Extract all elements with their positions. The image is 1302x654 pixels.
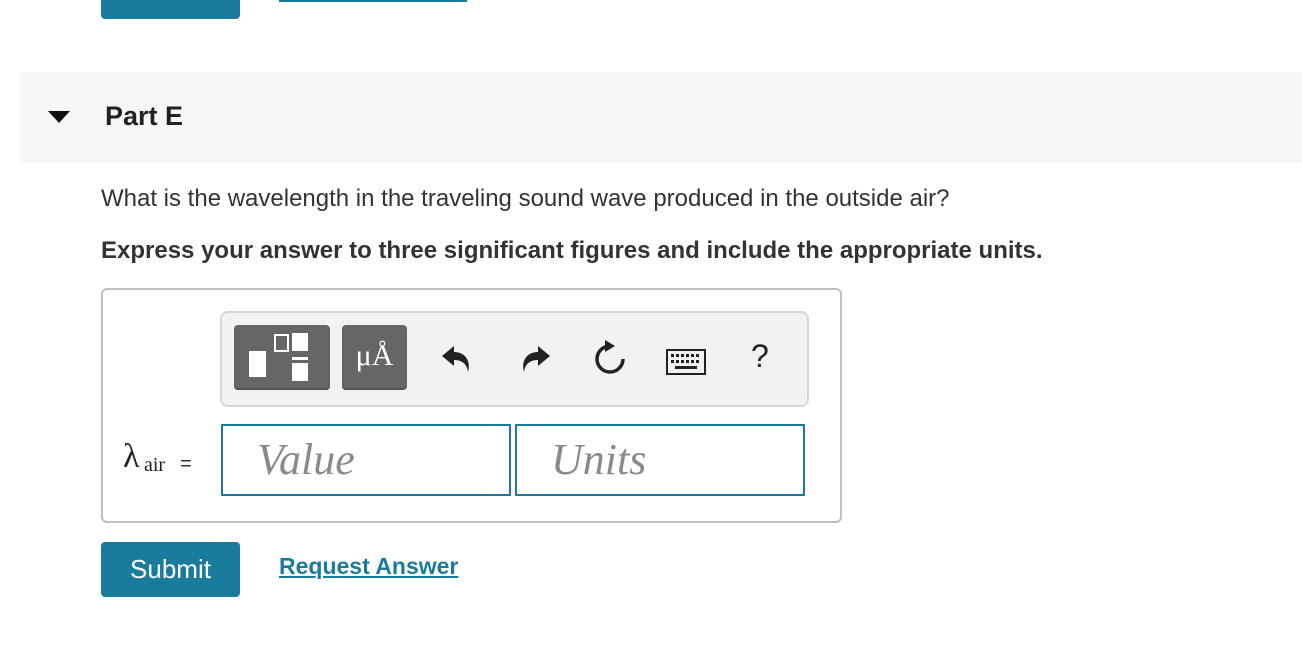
part-title: Part E	[105, 101, 184, 131]
reset-icon[interactable]	[591, 338, 629, 378]
units-input[interactable]	[515, 424, 805, 496]
units-button-label: μÅ	[355, 339, 394, 372]
previous-request-answer-link[interactable]	[279, 0, 467, 2]
undo-icon[interactable]	[440, 340, 474, 376]
previous-submit-button[interactable]	[101, 0, 240, 19]
templates-button[interactable]	[234, 325, 330, 390]
instruction-text: Express your answer to three significant…	[101, 237, 1043, 264]
redo-icon[interactable]	[518, 340, 552, 376]
variable-subscript: air	[144, 454, 166, 476]
equals-sign: =	[180, 453, 192, 475]
keyboard-icon[interactable]	[666, 349, 706, 375]
templates-icon	[249, 333, 308, 381]
help-button[interactable]: ?	[751, 338, 769, 375]
caret-down-icon[interactable]	[48, 111, 70, 123]
part-header[interactable]	[20, 72, 1302, 163]
question-text: What is the wavelength in the traveling …	[101, 185, 950, 212]
request-answer-link[interactable]: Request Answer	[279, 553, 458, 580]
submit-button[interactable]: Submit	[101, 542, 240, 597]
units-button[interactable]: μÅ	[342, 325, 407, 390]
variable-symbol: λ	[123, 438, 140, 475]
value-input[interactable]	[221, 424, 511, 496]
